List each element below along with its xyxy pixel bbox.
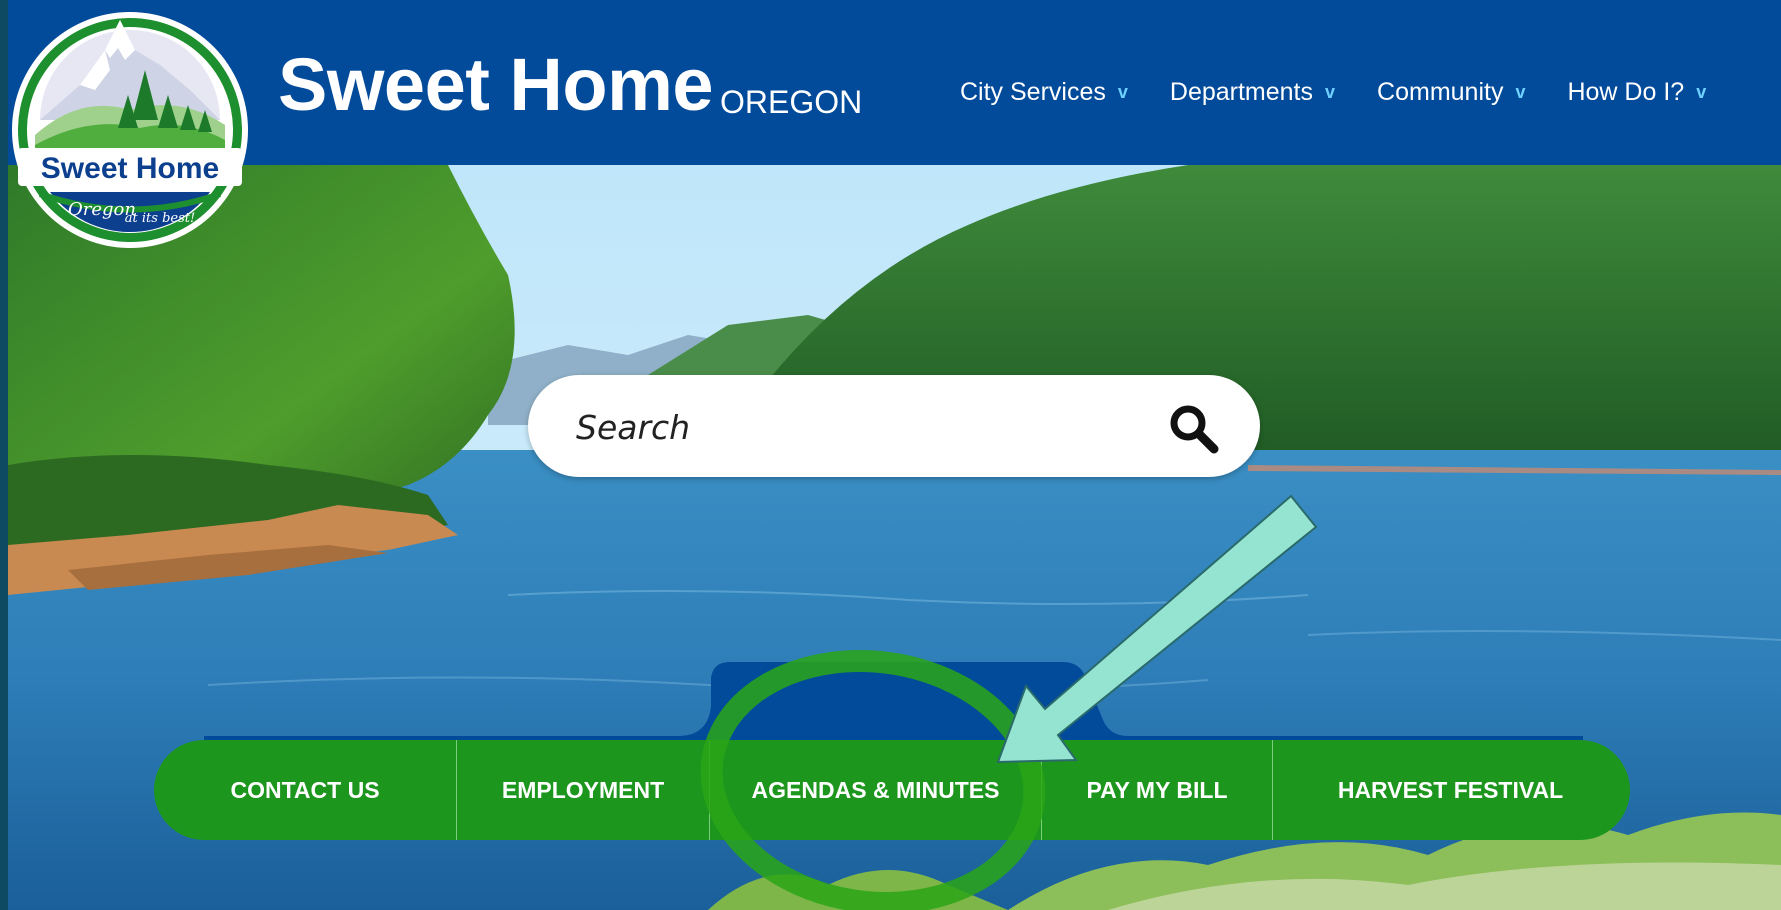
site-title[interactable]: Sweet Home <box>278 48 714 122</box>
nav-label: How Do I? <box>1567 78 1685 106</box>
nav-city-services[interactable]: City Services v <box>960 78 1128 107</box>
search-box <box>528 375 1260 477</box>
site-header: Sweet Home OREGON City Services v Depart… <box>8 0 1781 165</box>
nav-departments[interactable]: Departments v <box>1170 78 1335 107</box>
chevron-down-icon: v <box>1325 82 1336 102</box>
logo-tagline-2: at its best! <box>125 211 195 226</box>
quick-link-contact-us[interactable]: CONTACT US <box>154 740 456 840</box>
quick-link-agendas-minutes[interactable]: AGENDAS & MINUTES <box>710 740 1041 840</box>
quick-link-employment[interactable]: EMPLOYMENT <box>457 740 709 840</box>
quick-link-pay-my-bill[interactable]: PAY MY BILL <box>1042 740 1272 840</box>
main-nav: City Services v Departments v Community … <box>960 78 1748 107</box>
search-icon[interactable] <box>1168 403 1220 455</box>
search-input[interactable] <box>574 397 1138 457</box>
nav-how-do-i[interactable]: How Do I? v <box>1567 78 1706 107</box>
nav-label: City Services <box>960 78 1106 106</box>
city-logo[interactable]: Sweet Home Oregon at its best! <box>10 10 250 250</box>
nav-label: Departments <box>1169 78 1314 106</box>
chevron-down-icon: v <box>1515 82 1526 102</box>
nav-community[interactable]: Community v <box>1377 78 1525 107</box>
chevron-down-icon: v <box>1117 82 1128 102</box>
quick-link-harvest-festival[interactable]: HARVEST FESTIVAL <box>1273 740 1628 840</box>
nav-label: Community <box>1377 78 1504 106</box>
site-subtitle: OREGON <box>720 84 863 120</box>
quick-links-bar: CONTACT US EMPLOYMENT AGENDAS & MINUTES … <box>154 740 1630 840</box>
tagline-text: OREGON at its be <box>748 683 1021 719</box>
chevron-down-icon: v <box>1696 82 1707 102</box>
logo-text: Sweet Home <box>41 152 219 185</box>
